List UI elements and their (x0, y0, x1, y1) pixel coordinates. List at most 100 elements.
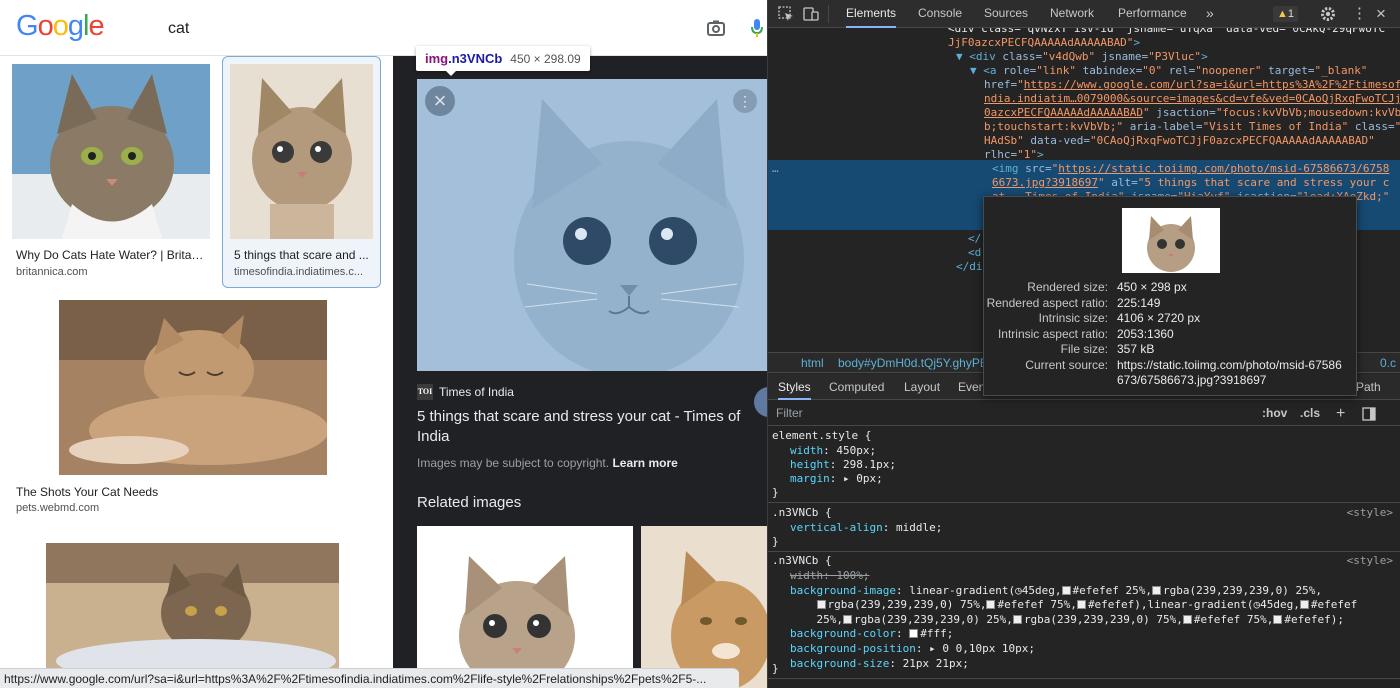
hov-toggle[interactable]: :hov (1262, 401, 1287, 426)
related-image-2[interactable] (641, 526, 767, 688)
microphone-icon[interactable] (750, 18, 764, 38)
tab-elements[interactable]: Elements (846, 0, 897, 28)
dom-line[interactable]: <img src="https://static.toiimg.com/phot… (992, 162, 1389, 176)
tab-console[interactable]: Console (918, 0, 962, 28)
popover-label: Intrinsic size: (1038, 311, 1108, 325)
rule-close: } (772, 535, 779, 548)
popover-value: 2053:1360 (1117, 326, 1174, 341)
tab-computed[interactable]: Computed (829, 374, 884, 400)
style-prop[interactable]: height: 298.1px; (790, 458, 896, 473)
tab-performance[interactable]: Performance (1118, 0, 1187, 28)
tab-layout[interactable]: Layout (904, 374, 940, 400)
tab-properties[interactable]: Path (1356, 374, 1381, 400)
devtools-toolbar: Elements Console Sources Network Perform… (768, 0, 1400, 28)
dom-line[interactable]: 6673.jpg?3918697" alt="5 things that sca… (992, 176, 1389, 190)
result-thumbnail-timesofindia[interactable] (230, 64, 373, 239)
new-rule-icon[interactable]: + (1336, 401, 1345, 426)
style-prop[interactable]: background-size: 21px 21px; (790, 657, 969, 672)
style-prop[interactable]: margin: ▸ 0px; (790, 472, 883, 487)
inspect-element-icon[interactable] (778, 6, 794, 22)
result-title[interactable]: 5 things that scare and ... (234, 248, 374, 262)
rule-selector[interactable]: .n3VNCb { (772, 554, 832, 569)
source-favicon-icon: TOI (417, 384, 433, 400)
close-devtools-icon[interactable]: × (1376, 0, 1386, 28)
device-toolbar-icon[interactable] (803, 6, 819, 22)
cls-toggle[interactable]: .cls (1300, 401, 1320, 426)
google-images-page: Google cat Why Do Cats Hate Water? | Bri… (0, 0, 767, 688)
dom-line[interactable]: b;touchstart:kvVbVb;" aria-label="Visit … (984, 120, 1400, 134)
popover-value: https://static.toiimg.com/photo/msid-675… (1117, 357, 1342, 372)
rule-source-link[interactable]: <style> (1347, 554, 1393, 569)
dom-line[interactable]: JjF0azcxPECFQAAAAAdAAAAABAD"> (948, 36, 1140, 50)
warning-count: 1 (1287, 8, 1295, 20)
popover-value: 673/67586673.jpg?3918697 (1117, 373, 1267, 387)
status-bar-url: https://www.google.com/url?sa=i&url=http… (0, 668, 739, 688)
style-prop[interactable]: width: 100%; (790, 569, 869, 584)
tab-event-listeners[interactable]: Even (958, 374, 985, 400)
prop-value: middle; (895, 521, 943, 534)
close-preview-icon[interactable]: × (425, 86, 455, 116)
dom-line[interactable]: ndia.indiatim…0079000&source=images&cd=v… (984, 92, 1400, 106)
result-title[interactable]: Why Do Cats Hate Water? | Britan... (16, 248, 206, 262)
popover-value: 450 × 298 px (1117, 280, 1187, 294)
dom-line[interactable]: </ (968, 232, 981, 246)
next-arrow-button[interactable] (754, 387, 767, 417)
prop-value: ▸ 0px; (843, 472, 883, 485)
popover-value: 357 kB (1117, 342, 1155, 356)
dom-line[interactable]: HAdSb" data-ved="0CAoQjRxqFwoTCJjF0azcxP… (984, 134, 1375, 148)
tab-network[interactable]: Network (1050, 0, 1094, 28)
dom-line[interactable]: <div class="qvNzxY isv-id" jsname="uYqXa… (948, 28, 1385, 36)
result-title[interactable]: The Shots Your Cat Needs (16, 485, 316, 499)
popover-label: Current source: (1025, 357, 1108, 372)
breadcrumb-tail[interactable]: 0.c (1380, 353, 1396, 372)
rule-close: } (772, 486, 779, 499)
sidebar-toggle-icon[interactable] (1362, 407, 1376, 421)
camera-icon[interactable] (706, 18, 726, 38)
style-prop[interactable]: background-position: ▸ 0 0,10px 10px; (790, 642, 1035, 657)
source-name[interactable]: Times of India (439, 385, 514, 399)
style-prop[interactable]: vertical-align: middle; (790, 521, 942, 536)
tab-sources[interactable]: Sources (984, 0, 1028, 28)
breadcrumb-body[interactable]: body#yDmH0d.tQj5Y.ghyPE (838, 353, 988, 372)
result-source: pets.webmd.com (16, 502, 100, 514)
preview-image-highlighted[interactable] (417, 79, 767, 371)
style-prop[interactable]: background-color: #fff; (790, 627, 953, 642)
popover-label: Rendered size: (1027, 280, 1108, 294)
result-thumbnail-britannica[interactable] (12, 64, 210, 239)
filter-input[interactable]: Filter (776, 401, 803, 426)
style-prop[interactable]: 25%, rgba(239,239,239,0) 25%, rgba(239,239… (790, 613, 1344, 628)
dom-line[interactable]: href="https://www.google.com/url?sa=i&ur… (984, 78, 1400, 92)
logo-letter: e (88, 10, 104, 42)
tab-styles[interactable]: Styles (778, 374, 811, 400)
style-prop[interactable]: width: 450px; (790, 444, 876, 459)
style-prop[interactable]: rgba(239,239,239,0) 75%, #efefef 75%, #efe… (790, 598, 1357, 613)
rule-selector[interactable]: element.style { (772, 429, 871, 444)
dom-line[interactable]: 0azcxPECFQAAAAAdAAAAABAD" jsaction="focu… (984, 106, 1400, 120)
dom-line[interactable]: <d (968, 246, 981, 260)
more-options-icon[interactable]: ⋮ (733, 89, 757, 113)
result-thumbnail-webmd[interactable] (59, 300, 327, 475)
warning-badge[interactable]: ▲1 (1273, 6, 1299, 22)
dom-ellipsis-icon[interactable]: … (772, 162, 779, 176)
learn-more-link[interactable]: Learn more (612, 456, 677, 470)
logo-letter: o (37, 10, 54, 42)
element-inspect-tooltip: img.n3VNCb 450 × 298.09 (416, 46, 590, 76)
search-query[interactable]: cat (168, 20, 189, 38)
dom-line[interactable]: ▼ <a role="link" tabindex="0" rel="noope… (970, 64, 1367, 78)
breadcrumb-html[interactable]: html (801, 353, 824, 372)
google-logo[interactable]: Google (16, 10, 105, 43)
dom-line[interactable]: ▼ <div class="v4dQwb" jsname="P3Vluc"> (956, 50, 1208, 64)
more-tabs-icon[interactable]: » (1206, 0, 1214, 28)
copyright-notice: Images may be subject to copyright. Lear… (417, 456, 678, 470)
style-prop[interactable]: background-image: linear-gradient(◷45deg… (790, 584, 1322, 599)
result-thumbnail-cat-lying[interactable] (46, 543, 339, 668)
related-image-1[interactable] (417, 526, 633, 688)
settings-gear-icon[interactable] (1320, 6, 1336, 22)
kebab-menu-icon[interactable]: ⋮ (1352, 0, 1367, 28)
rule-source-link[interactable]: <style> (1347, 506, 1393, 521)
dom-line[interactable]: rlhc="1"> (984, 148, 1044, 162)
prop-value: 298.1px; (843, 458, 896, 471)
rule-selector[interactable]: .n3VNCb { (772, 506, 832, 521)
preview-title[interactable]: 5 things that scare and stress your cat … (417, 407, 747, 447)
dom-line[interactable]: </di (956, 260, 983, 274)
